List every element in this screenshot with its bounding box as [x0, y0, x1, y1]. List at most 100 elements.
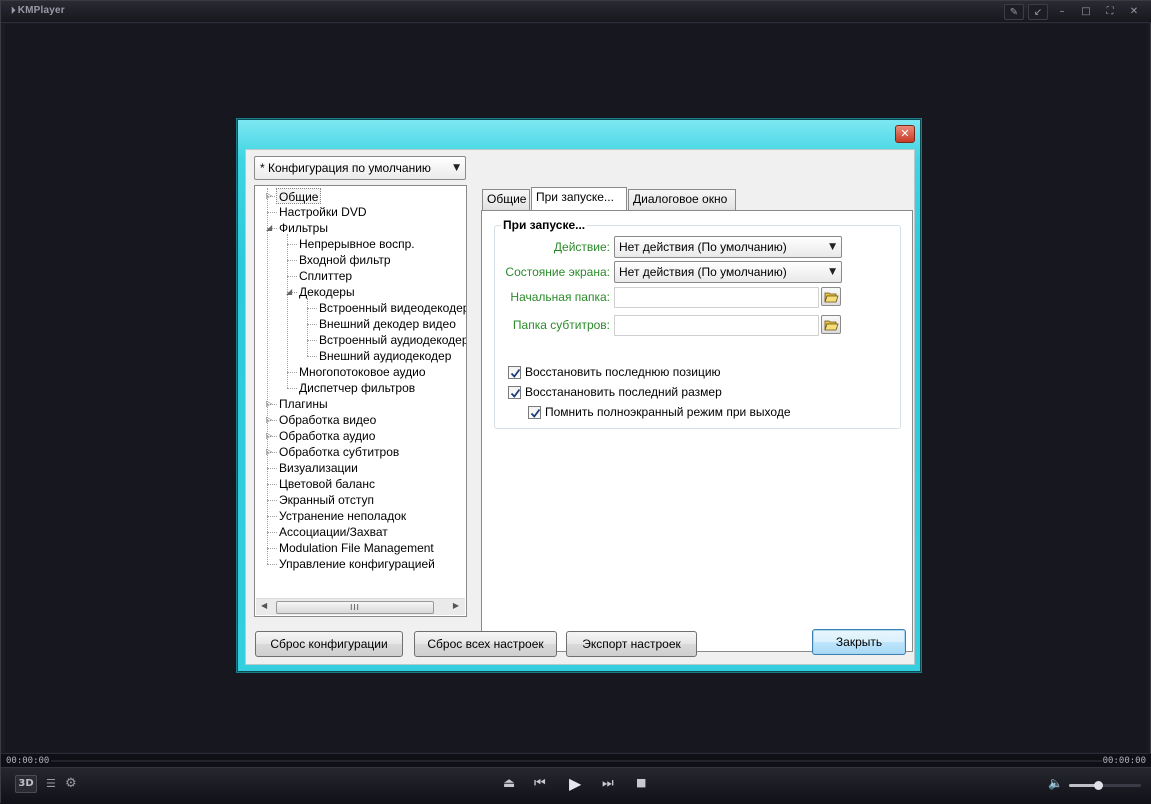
tree-item[interactable]: Управление конфигурацией — [279, 556, 435, 572]
tree-item[interactable]: Диспетчер фильтров — [299, 380, 415, 396]
maximize-icon[interactable]: □ — [1076, 4, 1096, 20]
tab-general[interactable]: Общие — [482, 189, 530, 210]
3d-button[interactable]: 3D — [15, 775, 37, 793]
minimize-icon[interactable]: – — [1052, 4, 1072, 20]
tree-item[interactable]: Внешний аудиодекодер — [319, 348, 451, 364]
tab-dialog-window[interactable]: Диалоговое окно — [628, 189, 736, 210]
tree-item[interactable]: Цветовой баланс — [279, 476, 375, 492]
gear-icon[interactable]: ⚙ — [65, 776, 77, 791]
pin-icon[interactable]: ✎ — [1004, 4, 1024, 20]
close-button[interactable]: Закрыть — [812, 629, 906, 655]
restore-size-checkbox-row[interactable]: Восстанановить последний размер — [508, 384, 722, 400]
tree-connector — [287, 388, 297, 389]
dialog-body: * Конфигурация по умолчанию ▼ ▷ Общие Наст… — [245, 149, 915, 665]
checkmark-icon — [510, 388, 521, 398]
tree-item[interactable]: Входной фильтр — [299, 252, 391, 268]
speaker-icon[interactable]: 🔈 — [1048, 776, 1063, 790]
tree-guide — [307, 298, 308, 356]
folder-open-icon — [824, 292, 839, 303]
compact-mode-icon[interactable]: ↙ — [1028, 4, 1048, 20]
tree-item[interactable]: Обработка видео — [279, 412, 376, 428]
tree-item[interactable]: Настройки DVD — [279, 204, 367, 220]
control-bar: 3D ☰ ⚙ ⏏ ⏮ ▶ ⏭ ■ 🔈 — [1, 767, 1151, 804]
start-folder-input[interactable] — [614, 287, 819, 308]
tree-item[interactable]: Плагины — [279, 396, 328, 412]
eject-icon[interactable]: ⏏ — [503, 776, 515, 791]
tree-connector — [267, 212, 277, 213]
tree-connector — [287, 260, 297, 261]
restore-size-checkbox[interactable] — [508, 385, 521, 399]
tree-item[interactable]: Многопотоковое аудио — [299, 364, 426, 380]
tree-horizontal-scrollbar[interactable]: ◀ III ▶ — [256, 598, 465, 615]
export-settings-button[interactable]: Экспорт настроек — [566, 631, 697, 657]
group-title: При запуске... — [501, 218, 588, 232]
remember-fullscreen-checkbox-row[interactable]: Помнить полноэкранный режим при выходе — [528, 404, 791, 420]
tree-item[interactable]: Modulation File Management — [279, 540, 434, 556]
start-folder-label: Начальная папка: — [510, 290, 610, 304]
restore-position-checkbox-row[interactable]: Восстановить последнюю позицию — [508, 364, 721, 380]
tree-connector — [267, 516, 277, 517]
tree-connector — [267, 532, 277, 533]
playlist-icon[interactable]: ☰ — [46, 777, 56, 790]
scroll-left-icon[interactable]: ◀ — [261, 601, 267, 610]
tree-item[interactable]: Сплиттер — [299, 268, 352, 284]
app-logo[interactable]: ⏵ KMPlayer — [11, 5, 65, 16]
tree-connector — [307, 324, 317, 325]
screen-state-select[interactable]: Нет действия (По умолчанию) ▼ — [614, 261, 842, 283]
restore-position-checkbox[interactable] — [508, 365, 521, 379]
tree-item[interactable]: Экранный отступ — [279, 492, 374, 508]
tree-connector — [287, 372, 297, 373]
tree-connector — [267, 548, 277, 549]
previous-icon[interactable]: ⏮ — [534, 776, 546, 791]
tree-item[interactable]: Внешний декодер видео — [319, 316, 456, 332]
tree-item[interactable]: Встроенный видеодекодер — [319, 300, 466, 316]
play-icon[interactable]: ▶ — [569, 774, 581, 793]
config-profile-value: * Конфигурация по умолчанию — [260, 161, 431, 175]
tree-item[interactable]: Визуализации — [279, 460, 358, 476]
tree-guide — [287, 234, 288, 388]
tree-item[interactable]: Устранение неполадок — [279, 508, 406, 524]
restore-size-label: Восстанановить последний размер — [525, 385, 722, 399]
tree-item[interactable]: Обработка субтитров — [279, 444, 399, 460]
next-icon[interactable]: ⏭ — [602, 776, 614, 791]
seek-bar[interactable] — [51, 760, 1102, 762]
tree-connector — [287, 276, 297, 277]
stop-icon[interactable]: ■ — [636, 776, 646, 789]
action-label: Действие: — [553, 240, 610, 254]
tree-connector — [267, 484, 277, 485]
chevron-down-icon: ▼ — [829, 242, 836, 252]
tab-on-startup[interactable]: При запуске... — [531, 187, 627, 210]
tree-connector — [307, 308, 317, 309]
reset-all-button[interactable]: Сброс всех настроек — [414, 631, 557, 657]
action-select[interactable]: Нет действия (По умолчанию) ▼ — [614, 236, 842, 258]
close-icon[interactable]: ✕ — [1124, 4, 1144, 20]
tree-item[interactable]: Непрерывное воспр. — [299, 236, 415, 252]
start-folder-browse-button[interactable] — [821, 287, 841, 306]
subtitle-folder-input[interactable] — [614, 315, 819, 336]
tree-guide — [267, 188, 268, 564]
folder-open-icon — [824, 320, 839, 331]
tree-item[interactable]: Ассоциации/Захват — [279, 524, 388, 540]
scroll-thumb[interactable]: III — [276, 601, 434, 614]
reset-config-button[interactable]: Сброс конфигурации — [255, 631, 403, 657]
time-elapsed: 00:00:00 — [6, 756, 50, 766]
config-profile-select[interactable]: * Конфигурация по умолчанию ▼ — [254, 156, 466, 180]
fullscreen-icon[interactable]: ⛶ — [1100, 4, 1120, 20]
timeline[interactable]: 00:00:00 00:00:00 — [1, 753, 1151, 767]
subtitle-folder-browse-button[interactable] — [821, 315, 841, 334]
volume-knob[interactable] — [1093, 781, 1103, 790]
screen-state-label: Состояние экрана: — [505, 265, 610, 279]
tree-connector — [267, 468, 277, 469]
dialog-close-icon[interactable]: ✕ — [895, 125, 915, 143]
tab-panel-on-startup: При запуске... Действие: Нет действия (П… — [481, 210, 913, 652]
tree-item[interactable]: Встроенный аудиодекодер — [319, 332, 466, 348]
startup-group: При запуске... Действие: Нет действия (П… — [494, 218, 901, 429]
tree-item[interactable]: Общие — [276, 188, 322, 204]
tree-item[interactable]: Обработка аудио — [279, 428, 375, 444]
remember-fullscreen-checkbox[interactable] — [528, 405, 541, 419]
player-titlebar: ⏵ KMPlayer ✎ ↙ – □ ⛶ ✕ — [1, 1, 1151, 23]
volume-slider[interactable] — [1069, 781, 1141, 790]
restore-position-label: Восстановить последнюю позицию — [525, 365, 721, 379]
tree-connector — [307, 356, 317, 357]
scroll-right-icon[interactable]: ▶ — [453, 601, 459, 610]
